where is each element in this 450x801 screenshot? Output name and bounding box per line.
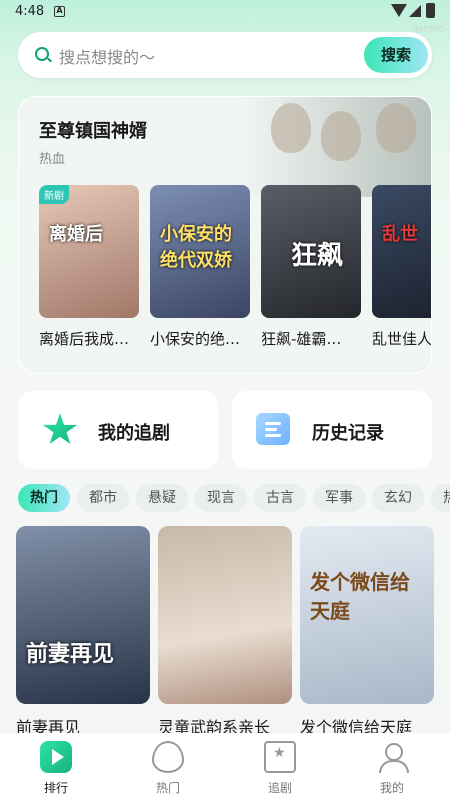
category-tab-suspense[interactable]: 悬疑: [136, 484, 188, 512]
fire-icon: [152, 741, 184, 773]
star-icon: [42, 413, 78, 447]
featured-card[interactable]: 至尊镇国神婿 热血 新剧 离婚后 离婚后我成… 小保安的绝代双娇 小保安的绝… …: [18, 96, 432, 374]
category-tab-fantasy[interactable]: 玄幻: [372, 484, 424, 512]
history-icon: [256, 413, 292, 447]
new-badge: 新剧: [39, 185, 69, 204]
featured-item-name: 离婚后我成…: [39, 330, 130, 348]
tab-label: 我的: [379, 781, 404, 795]
wifi-icon: [391, 4, 407, 17]
status-time: 4:48: [15, 4, 45, 19]
search-icon: [35, 47, 49, 61]
featured-item-name: 狂飙-雄霸…: [261, 330, 342, 348]
tab-label: 追剧: [267, 781, 292, 795]
drama-grid: 前妻再见 前妻再见 灵童武韵系亲长 发个微信给天庭 发个微信给天庭: [16, 526, 450, 738]
search-button[interactable]: 搜索: [364, 37, 428, 73]
my-follow-button[interactable]: 我的追剧: [18, 391, 218, 469]
featured-banner-image: [241, 97, 431, 197]
bookmark-star-icon: [264, 741, 296, 773]
featured-title: 至尊镇国神婿: [39, 121, 147, 142]
featured-cover[interactable]: 新剧 离婚后: [39, 185, 139, 318]
category-tabs: 热门都市悬疑现言古言军事玄幻热: [18, 484, 450, 512]
tab-label: 排行: [43, 781, 68, 795]
battery-icon: [426, 3, 435, 18]
cover-art-text: 离婚后: [49, 224, 103, 245]
featured-cover[interactable]: 狂飙: [261, 185, 361, 318]
history-label: 历史记录: [312, 423, 384, 444]
drama-card[interactable]: 发个微信给天庭 发个微信给天庭: [300, 526, 434, 738]
drama-cover[interactable]: [158, 526, 292, 704]
featured-item[interactable]: 新剧 离婚后 离婚后我成…: [39, 185, 139, 349]
history-button[interactable]: 历史记录: [232, 391, 432, 469]
featured-list: 新剧 离婚后 离婚后我成… 小保安的绝代双娇 小保安的绝… 狂飙 狂飙-雄霸… …: [39, 185, 432, 365]
category-tab-more[interactable]: 热: [431, 484, 450, 512]
tab-ranking[interactable]: 排行: [0, 733, 112, 801]
featured-item[interactable]: 狂飙 狂飙-雄霸…: [261, 185, 361, 349]
status-bar: 4:48 A 9e0f90: [0, 0, 450, 35]
drama-cover[interactable]: 发个微信给天庭: [300, 526, 434, 704]
category-tab-modern-romance[interactable]: 现言: [195, 484, 247, 512]
cover-art-text: 乱世: [382, 224, 418, 245]
featured-cover[interactable]: 乱世: [372, 185, 431, 318]
tab-follow[interactable]: 追剧: [224, 733, 336, 801]
search-bar[interactable]: 搜点想搜的～ 搜索: [18, 32, 432, 78]
cover-art-text: 小保安的绝代双娇: [160, 224, 232, 271]
featured-item[interactable]: 乱世 乱世佳人: [372, 185, 432, 349]
user-icon: [376, 741, 409, 773]
drama-cover[interactable]: 前妻再见: [16, 526, 150, 704]
featured-item-name: 小保安的绝…: [150, 330, 241, 348]
tab-profile[interactable]: 我的: [336, 733, 448, 801]
featured-item-name: 乱世佳人: [372, 330, 432, 348]
cover-art-text: 狂飙: [291, 241, 344, 271]
play-icon: [40, 741, 72, 773]
category-tab-ancient-romance[interactable]: 古言: [254, 484, 306, 512]
featured-cover[interactable]: 小保安的绝代双娇: [150, 185, 250, 318]
category-tab-military[interactable]: 军事: [313, 484, 365, 512]
drama-card[interactable]: 灵童武韵系亲长: [158, 526, 292, 738]
tab-hot[interactable]: 热门: [112, 733, 224, 801]
category-tab-hot[interactable]: 热门: [18, 484, 70, 512]
cover-art-text: 前妻再见: [26, 642, 115, 667]
search-input[interactable]: 搜点想搜的～: [59, 44, 155, 68]
notification-a-icon: A: [54, 6, 65, 17]
cover-art-text: 发个微信给天庭: [310, 570, 410, 623]
tab-label: 热门: [155, 781, 180, 795]
bottom-tab-bar: 排行 热门 追剧 我的: [0, 733, 450, 801]
featured-tag: 热血: [39, 152, 66, 167]
category-tab-urban[interactable]: 都市: [77, 484, 129, 512]
my-follow-label: 我的追剧: [98, 423, 170, 444]
drama-card[interactable]: 前妻再见 前妻再见: [16, 526, 150, 738]
signal-icon: [409, 5, 421, 17]
featured-item[interactable]: 小保安的绝代双娇 小保安的绝…: [150, 185, 250, 349]
